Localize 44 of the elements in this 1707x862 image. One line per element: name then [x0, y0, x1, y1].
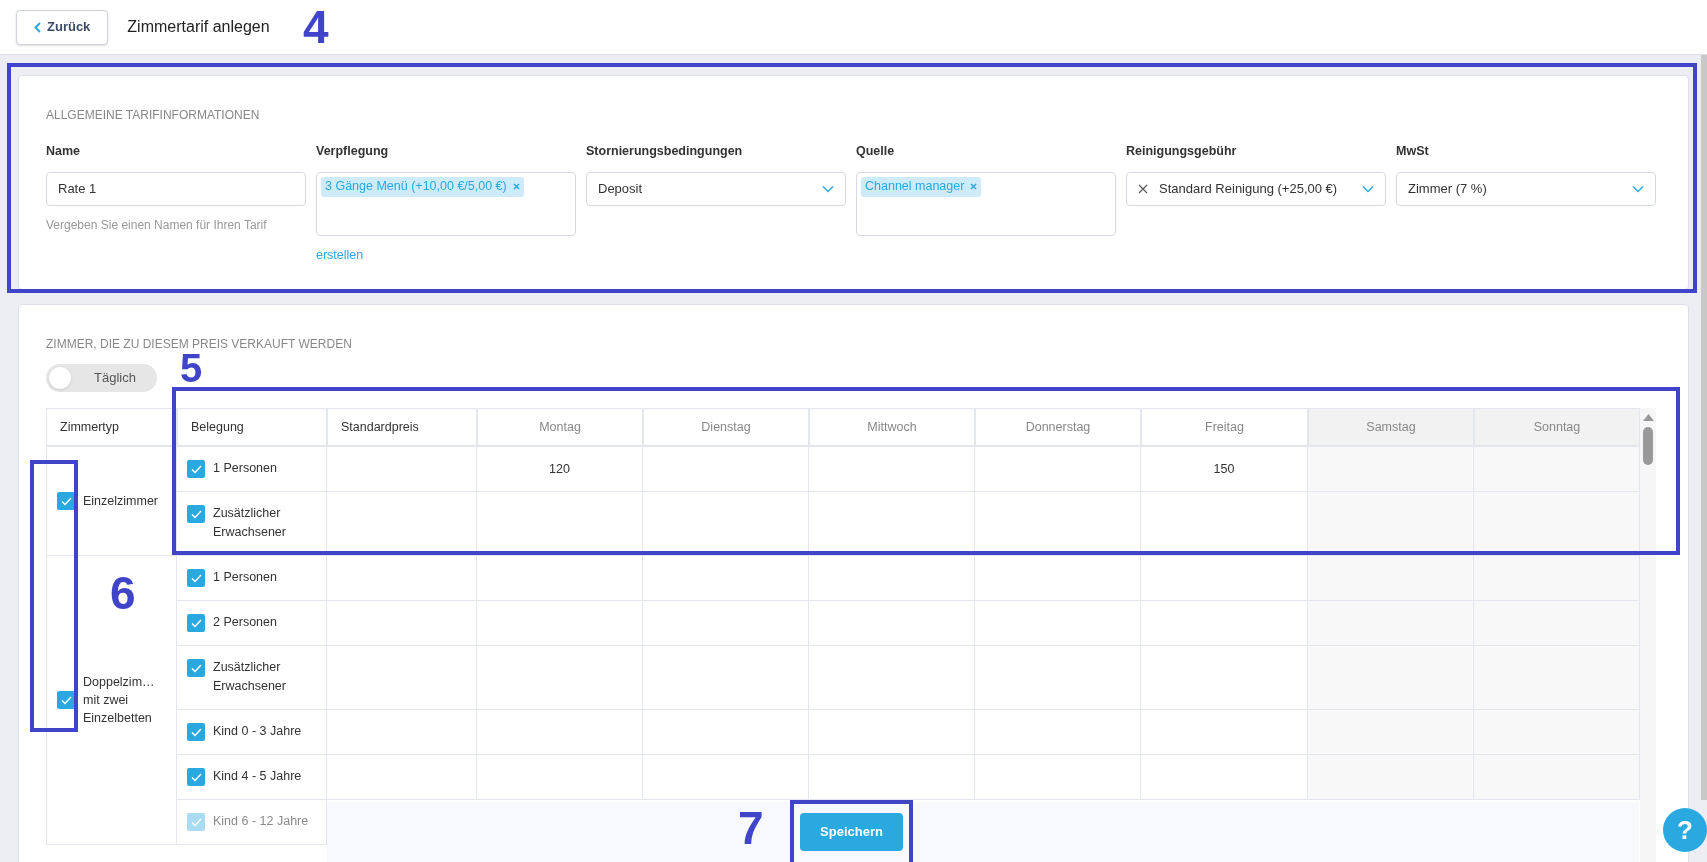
- back-button[interactable]: Zurück: [16, 9, 109, 45]
- section-heading: ZIMMER, DIE ZU DIESEM PREIS VERKAUFT WERDEN: [46, 336, 353, 353]
- column-header: Donnerstag: [975, 408, 1141, 446]
- room-type-name: Einzelzimmer: [83, 493, 159, 510]
- field-label: Stornierungsbedingungen: [586, 143, 744, 160]
- tag: 3 Gänge Menü (+10,00 €/5,00 €): [321, 176, 524, 197]
- column-header: Mittwoch: [809, 408, 975, 446]
- daily-toggle[interactable]: Täglich: [46, 364, 157, 392]
- occupancy-label: 2 Personen: [213, 614, 277, 631]
- page-title: Zimmertarif anlegen: [127, 17, 270, 37]
- field-label: Verpflegung: [316, 143, 390, 160]
- column-header: Standardpreis: [327, 408, 477, 446]
- column-header: Dienstag: [643, 408, 809, 446]
- column-header: Belegung: [177, 408, 327, 446]
- annotation-number: 5: [180, 350, 203, 386]
- tag: Channel manager: [861, 176, 982, 197]
- occupancy-label: Kind 0 - 3 Jahre: [213, 723, 302, 740]
- column-header: Freitag: [1141, 408, 1308, 446]
- column-header: Samstag: [1308, 408, 1474, 446]
- select-field[interactable]: Zimmer (7 %): [1396, 171, 1656, 206]
- field-label: MwSt: [1396, 143, 1430, 160]
- annotation-number: 7: [738, 803, 764, 853]
- section-heading: ALLGEMEINE TARIFINFORMATIONEN: [46, 107, 261, 124]
- field-hint: Vergeben Sie einen Namen für Ihren Tarif: [46, 216, 268, 234]
- annotation-number: 4: [303, 2, 329, 52]
- occupancy-label: Zusätzlicher Erwachsener: [213, 505, 287, 541]
- column-header: Sonntag: [1474, 408, 1640, 446]
- column-header: Montag: [477, 408, 643, 446]
- occupancy-label: Kind 6 - 12 Jahre: [213, 813, 309, 830]
- price-cell[interactable]: 150: [1141, 447, 1308, 492]
- select-field[interactable]: Standard Reinigung (+25,00 €): [1126, 171, 1386, 206]
- occupancy-label: 1 Personen: [213, 460, 277, 477]
- occupancy-label: Zusätzlicher Erwachsener: [213, 659, 287, 695]
- field-label: Quelle: [856, 143, 896, 160]
- occupancy-label: 1 Personen: [213, 569, 277, 586]
- field-label: Reinigungsgebühr: [1126, 143, 1238, 160]
- column-header: Zimmertyp: [46, 408, 177, 446]
- annotation-number: 6: [110, 568, 136, 618]
- name-field[interactable]: Rate 1: [46, 171, 306, 206]
- room-type-name: Doppelzim… mit zwei Einzelbetten: [83, 674, 156, 727]
- occupancy-label: Kind 4 - 5 Jahre: [213, 768, 302, 785]
- select-field[interactable]: Deposit: [586, 171, 846, 206]
- price-cell[interactable]: 120: [477, 447, 643, 492]
- field-label: Name: [46, 143, 82, 160]
